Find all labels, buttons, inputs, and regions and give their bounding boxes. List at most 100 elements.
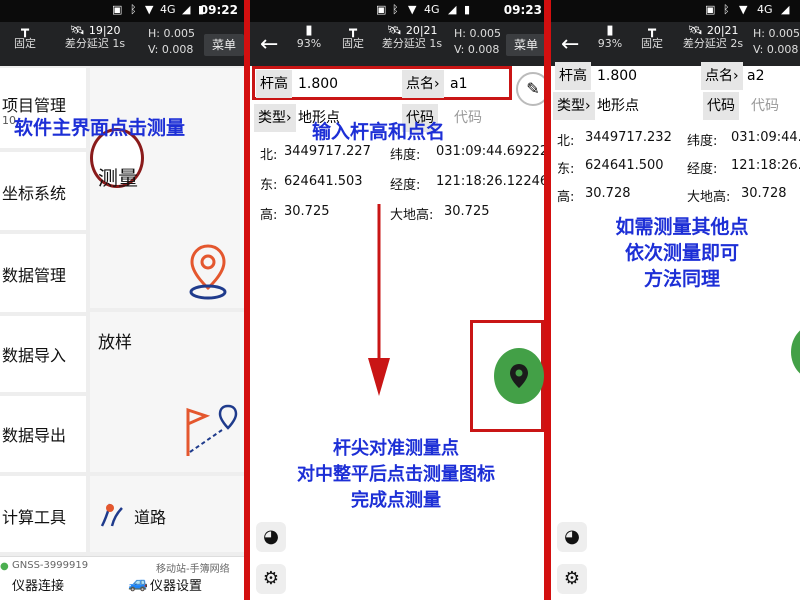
point-name-input[interactable]: a2 [747, 62, 765, 90]
antenna-icon: ┳ [21, 23, 29, 38]
pole-height-label: 杆高 [256, 70, 292, 98]
pole-height-input[interactable]: 1.800 [298, 70, 338, 98]
antenna-icon: ┳ [349, 23, 357, 38]
type-label[interactable]: 类型› [254, 104, 296, 132]
satellite-icon: 🛰 19|20 [69, 23, 121, 38]
battery-status: ▮ 93% [595, 24, 625, 50]
h-precision: H: 0.005 [148, 27, 195, 40]
data-management-item[interactable]: 数据管理 [0, 234, 86, 312]
geodetic-height-label: 大地高: [390, 208, 434, 223]
v-precision: V: 0.008 [148, 43, 194, 56]
connect-button[interactable]: 仪器连接 [12, 575, 64, 594]
measure-button[interactable] [494, 348, 544, 404]
geodetic-height-label: 大地高: [687, 190, 731, 205]
main-menu-panel: ▣ ᛒ ▼ 4G ◢ ▮ 09:22 ┳ 固定 🛰 19|20 差分延迟 1s … [0, 0, 244, 600]
toolbar: ← ▮ 93% ┳ 固定 🛰 20|21 差分延迟 1s H: 0.005 V:… [250, 22, 544, 66]
road-tile[interactable]: 道路 [90, 476, 244, 552]
code-input[interactable]: 代码 [454, 104, 482, 132]
status-bar: ▣ ᛒ ▼ 4G ◢ ▮ 09:22 [0, 0, 244, 22]
h-precision: H: 0.005 [454, 27, 501, 40]
point-name-input[interactable]: a1 [450, 70, 468, 98]
data-export-label: 数据导出 [2, 426, 67, 445]
wifi-icon: ▼ [739, 3, 748, 16]
signal-icon: ◢ [182, 3, 191, 16]
network-label: 4G [757, 3, 773, 16]
latitude-label: 纬度: [390, 148, 421, 163]
fix-status: ┳ 固定 [10, 24, 40, 50]
measure-button[interactable] [791, 324, 800, 380]
menu-button[interactable]: 菜单 [506, 34, 544, 56]
coordinate-system-label: 坐标系统 [2, 184, 67, 203]
latitude-value: 031:09:44.69222N [436, 144, 544, 159]
battery-level-icon: ▮ [606, 23, 614, 38]
geodetic-height-value: 30.728 [741, 186, 787, 201]
satellite-icon: 🛰 20|21 [386, 23, 438, 38]
separator [544, 0, 551, 600]
gear-icon[interactable]: ⚙ [557, 564, 587, 594]
longitude-value: 121:18:26.12 [731, 158, 800, 173]
type-label[interactable]: 类型› [553, 92, 595, 120]
station-mode: 移动站-手簿网络 [156, 564, 230, 575]
data-export-item[interactable]: 数据导出 [0, 396, 86, 472]
type-value[interactable]: 地形点 [597, 92, 639, 120]
bluetooth-icon: ᛒ [392, 3, 399, 16]
east-label: 东: [260, 178, 278, 193]
satellite-status: 🛰 20|21 差分延迟 2s [677, 23, 749, 51]
satellite-status: 🛰 20|21 差分延迟 1s [376, 23, 448, 51]
annotation-measure: 杆尖对准测量点 对中整平后点击测量图标 完成点测量 [297, 438, 495, 511]
east-value: 624641.500 [585, 158, 664, 173]
gear-icon[interactable]: ⚙ [256, 564, 286, 594]
data-import-item[interactable]: 数据导入 [0, 316, 86, 392]
north-label: 北: [557, 134, 575, 149]
back-arrow-icon[interactable]: ← [561, 32, 579, 57]
latitude-label: 纬度: [687, 134, 718, 149]
height-label: 高: [557, 190, 575, 205]
antenna-icon: ┳ [648, 23, 656, 38]
calc-tools-item[interactable]: 计算工具 [0, 476, 86, 552]
measure-tile[interactable]: 测量 [90, 68, 244, 308]
battery-status: ▮ 93% [294, 24, 324, 50]
pole-height-label: 杆高 [555, 62, 591, 90]
stakeout-tile[interactable]: 放样 [90, 312, 244, 472]
instrument-settings-button[interactable]: 仪器设置 [150, 575, 202, 594]
east-value: 624641.503 [284, 174, 363, 189]
stakeout-label: 放样 [98, 333, 132, 353]
code-input[interactable]: 代码 [751, 92, 779, 120]
annotation-main: 软件主界面点击测量 [14, 117, 186, 139]
pole-icon-button[interactable]: ✎ [516, 72, 544, 106]
fix-status: ┳ 固定 [338, 24, 368, 50]
north-value: 3449717.227 [284, 144, 371, 159]
point-name-label[interactable]: 点名› [701, 62, 743, 90]
calc-tools-label: 计算工具 [2, 508, 67, 527]
location-pin-icon [189, 244, 227, 300]
pole-height-input[interactable]: 1.800 [597, 62, 637, 90]
measure-panel-a2: ▣ ᛒ ▼ 4G ◢ ← ▮ 93% ┳ 固定 🛰 20|21 差分延迟 2s … [551, 0, 800, 600]
signal-icon: ◢ [781, 3, 790, 16]
gnss-id: GNSS-3999919 [12, 560, 89, 571]
connected-icon: ● [0, 561, 9, 572]
measure-label: 测量 [98, 166, 138, 190]
satellite-status: 🛰 19|20 差分延迟 1s [60, 23, 130, 51]
globe-icon[interactable]: ◕ [557, 522, 587, 552]
back-arrow-icon[interactable]: ← [260, 32, 278, 57]
network-label: 4G [160, 3, 176, 16]
latitude-value: 031:09:44.69 [731, 130, 800, 145]
menu-button[interactable]: 菜单 [204, 34, 244, 56]
cast-icon: ▣ [705, 3, 716, 16]
point-name-label[interactable]: 点名› [402, 70, 444, 98]
measure-panel-a1: ▣ ᛒ ▼ 4G ◢ ▮ 09:23 ← ▮ 93% ┳ 固定 🛰 20|21 … [250, 0, 544, 600]
clock: 09:22 [199, 3, 238, 17]
fix-status: ┳ 固定 [637, 24, 667, 50]
satellite-icon: 🛰 20|21 [687, 23, 739, 38]
globe-icon[interactable]: ◕ [256, 522, 286, 552]
annotation-repeat: 如需测量其他点 依次测量即可 方法同理 [615, 216, 749, 290]
stakeout-flag-icon [186, 404, 238, 456]
battery-level-icon: ▮ [305, 23, 313, 38]
instrument-icon: 🚙 [128, 573, 148, 592]
coordinate-system-item[interactable]: 坐标系统 [0, 152, 86, 230]
clock: 09:23 [503, 3, 542, 17]
longitude-label: 经度: [687, 162, 718, 177]
project-management-label: 项目管理 [2, 96, 67, 115]
height-value: 30.728 [585, 186, 631, 201]
signal-icon: ◢ [448, 3, 457, 16]
